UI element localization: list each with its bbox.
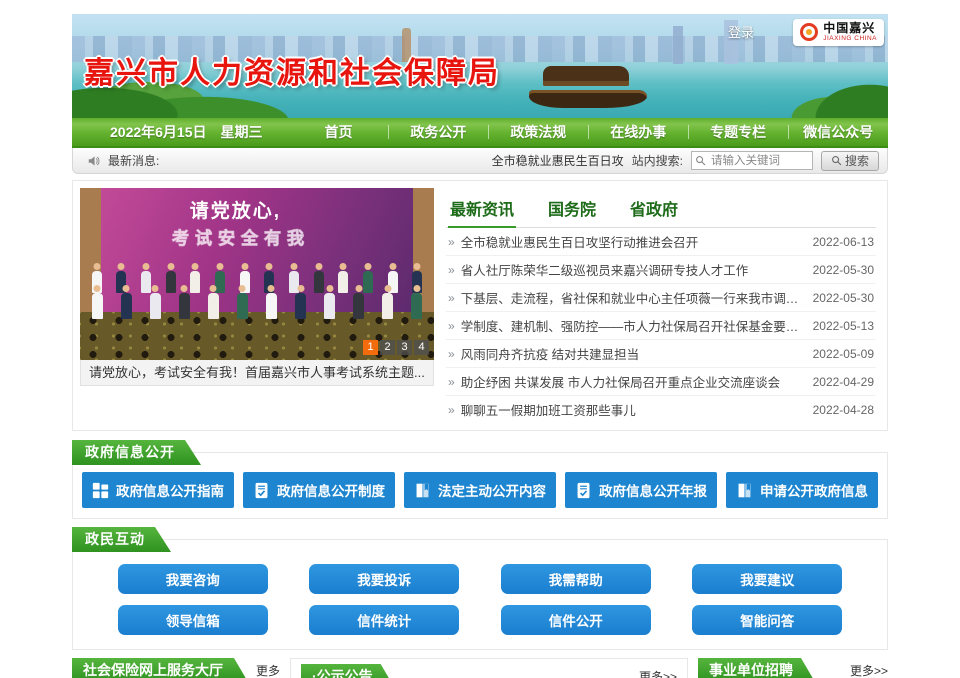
logo-subtitle: JIAXING CHINA — [823, 36, 877, 43]
photo-slideshow: 请党放心, 考试安全有我 — [80, 188, 434, 423]
recruitment-panel: 事业单位招聘 更多>> 嘉兴市妇幼保健院2022年公开... 2022年嘉兴市属… — [698, 658, 888, 678]
help-button[interactable]: 我需帮助 — [501, 564, 651, 594]
page: 嘉兴市人力资源和社会保障局 登录 中国嘉兴 JIAXING CHINA 2022… — [72, 0, 888, 678]
banner-tower — [673, 26, 683, 64]
news-list: »全市稳就业惠民生百日攻坚行动推进会召开2022-06-13 »省人社厅陈荣华二… — [446, 228, 876, 423]
news-row[interactable]: »助企纾困 共谋发展 市人力社保局召开重点企业交流座谈会2022-04-29 — [446, 368, 876, 396]
double-arrow-icon: » — [448, 404, 455, 416]
pager-3[interactable]: 3 — [397, 340, 412, 355]
photo-overlay-text: 请党放心, — [190, 196, 281, 223]
info-apply-button[interactable]: 申请公开政府信息 — [726, 472, 878, 508]
pager-2[interactable]: 2 — [380, 340, 395, 355]
slideshow-pager: 1 2 3 4 — [363, 340, 429, 355]
grid-icon — [92, 482, 109, 499]
ticker-label: 最新消息: — [108, 152, 159, 169]
pager-4[interactable]: 4 — [414, 340, 429, 355]
search-button[interactable]: 搜索 — [821, 151, 879, 171]
search-icon — [695, 155, 706, 166]
speaker-icon — [87, 154, 101, 168]
bottom-row: 社会保险网上服务大厅 更多 个人(单位)社保证明打印 办事指南 ·公示公告 更多… — [72, 658, 888, 678]
double-arrow-icon: » — [448, 236, 455, 248]
doc-check-icon — [575, 482, 592, 499]
login-link[interactable]: 登录 — [728, 22, 754, 41]
suggest-button[interactable]: 我要建议 — [692, 564, 842, 594]
photo-overlay-text2: 考试安全有我 — [172, 224, 310, 249]
news-row[interactable]: »省人社厅陈荣华二级巡视员来嘉兴调研专技人才工作2022-05-30 — [446, 256, 876, 284]
tab-provincial-gov[interactable]: 省政府 — [628, 192, 680, 227]
news-row[interactable]: »下基层、走流程，省社保和就业中心主任项薇一行来我市调研“国统”上线情况2022… — [446, 284, 876, 312]
banner: 嘉兴市人力资源和社会保障局 登录 中国嘉兴 JIAXING CHINA — [72, 14, 888, 118]
jiaxing-logo-icon — [800, 23, 818, 41]
jiaxing-logo: 中国嘉兴 JIAXING CHINA — [793, 19, 884, 46]
complain-button[interactable]: 我要投诉 — [309, 564, 459, 594]
main-content: 请党放心, 考试安全有我 — [72, 180, 888, 431]
social-security-header: 社会保险网上服务大厅 — [72, 658, 248, 678]
main-nav: 2022年6月15日 星期三 首页 政务公开 政策法规 在线办事 专题专栏 微信… — [72, 118, 888, 148]
nav-item-policies[interactable]: 政策法规 — [488, 118, 588, 146]
photo-crowd — [91, 249, 424, 319]
news-panel: 最新资讯 国务院 省政府 »全市稳就业惠民生百日攻坚行动推进会召开2022-06… — [444, 188, 880, 423]
nav-item-wechat[interactable]: 微信公众号 — [788, 118, 888, 146]
news-row[interactable]: »聊聊五一假期加班工资那些事儿2022-04-28 — [446, 396, 876, 423]
info-annual-report-button[interactable]: 政府信息公开年报 — [565, 472, 717, 508]
slideshow-caption[interactable]: 请党放心，考试安全有我！首届嘉兴市人事考试系统主题... — [80, 360, 434, 386]
letter-stats-button[interactable]: 信件统计 — [309, 605, 459, 635]
double-arrow-icon: » — [448, 320, 455, 332]
public-notices-panel: ·公示公告 更多>> »关于设立嘉善技工学校的公示2022-05-18 »关于公… — [290, 658, 688, 678]
section-ribbon: 政府信息公开 — [72, 440, 201, 465]
notices-more-link[interactable]: 更多>> — [631, 668, 677, 678]
doc-check-icon — [253, 482, 270, 499]
search-icon — [831, 155, 842, 166]
gov-info-disclosure-section: 政府信息公开 政府信息公开指南 政府信息公开制度 — [72, 452, 888, 519]
nav-item-gov-affairs[interactable]: 政务公开 — [388, 118, 488, 146]
site-search-label: 站内搜索: — [632, 152, 683, 169]
weekday-text: 星期三 — [221, 122, 263, 142]
social-security-panel: 社会保险网上服务大厅 更多 个人(单位)社保证明打印 办事指南 — [72, 658, 280, 678]
double-arrow-icon: » — [448, 376, 455, 388]
book-icon — [736, 482, 753, 499]
consult-button[interactable]: 我要咨询 — [118, 564, 268, 594]
book-icon — [414, 482, 431, 499]
recruitment-more-link[interactable]: 更多>> — [842, 662, 888, 678]
slideshow-photo[interactable]: 请党放心, 考试安全有我 — [80, 188, 434, 360]
news-row[interactable]: »全市稳就业惠民生百日攻坚行动推进会召开2022-06-13 — [446, 228, 876, 256]
nav-items: 首页 政务公开 政策法规 在线办事 专题专栏 微信公众号 — [289, 118, 888, 146]
section-ribbon: 政民互动 — [72, 527, 171, 552]
public-interaction-section: 政民互动 我要咨询 我要投诉 我需帮助 我要建议 领导信箱 信件统计 信件公开 … — [72, 539, 888, 650]
nav-item-home[interactable]: 首页 — [289, 118, 389, 146]
double-arrow-icon: » — [448, 348, 455, 360]
logo-title: 中国嘉兴 — [823, 22, 877, 34]
nav-date: 2022年6月15日 星期三 — [72, 118, 289, 146]
smart-qa-button[interactable]: 智能问答 — [692, 605, 842, 635]
banner-trees — [768, 48, 888, 118]
news-row[interactable]: »学制度、建机制、强防控——市人力社保局召开社保基金要情专题学习会2022-05… — [446, 312, 876, 340]
pager-1[interactable]: 1 — [363, 340, 378, 355]
tab-latest-news[interactable]: 最新资讯 — [448, 192, 516, 228]
double-arrow-icon: » — [448, 292, 455, 304]
news-tabs: 最新资讯 国务院 省政府 — [446, 190, 876, 228]
nav-item-online-services[interactable]: 在线办事 — [588, 118, 688, 146]
boat-illustration — [529, 66, 647, 108]
ticker-scrolling-headline[interactable]: 全市稳就业惠民生百日攻 — [492, 152, 624, 169]
ticker-bar: 最新消息: 全市稳就业惠民生百日攻 站内搜索: 搜索 — [72, 148, 888, 174]
double-arrow-icon: » — [448, 264, 455, 276]
info-system-button[interactable]: 政府信息公开制度 — [243, 472, 395, 508]
nav-item-special-topics[interactable]: 专题专栏 — [688, 118, 788, 146]
recruitment-header: 事业单位招聘 — [698, 658, 815, 678]
news-row[interactable]: »风雨同舟齐抗疫 结对共建显担当2022-05-09 — [446, 340, 876, 368]
search-field-wrap — [691, 151, 813, 170]
info-guide-button[interactable]: 政府信息公开指南 — [82, 472, 234, 508]
notices-header: ·公示公告 — [301, 664, 395, 678]
info-legal-content-button[interactable]: 法定主动公开内容 — [404, 472, 556, 508]
date-text: 2022年6月15日 — [110, 122, 207, 142]
leader-mailbox-button[interactable]: 领导信箱 — [118, 605, 268, 635]
site-title: 嘉兴市人力资源和社会保障局 — [84, 48, 500, 92]
social-security-more-link[interactable]: 更多 — [248, 662, 280, 678]
search-input[interactable] — [691, 151, 813, 170]
tab-state-council[interactable]: 国务院 — [546, 192, 598, 227]
search-button-label: 搜索 — [845, 152, 869, 169]
letter-disclosure-button[interactable]: 信件公开 — [501, 605, 651, 635]
